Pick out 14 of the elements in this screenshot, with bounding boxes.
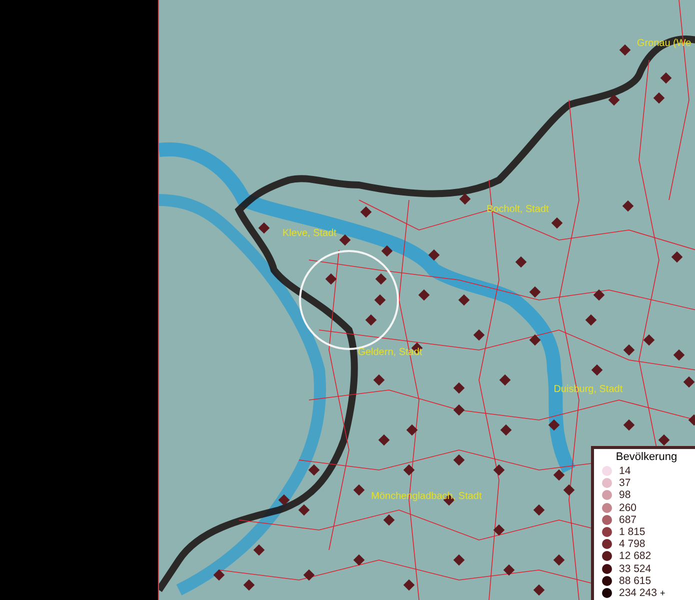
place-label: Kleve, Stadt [282,228,336,239]
legend-label: 1 815 [619,526,646,538]
legend-label: 98 [619,489,631,502]
legend-label: 687 [619,514,637,526]
legend-label: 14 [619,465,631,478]
legend-label: 234 243 [619,586,657,599]
legend-label: 4 798 [619,538,646,550]
legend-label: 260 [619,502,637,514]
legend-title: Bevölkerung [614,450,678,463]
legend-label: 12 682 [619,550,652,562]
legend-label: 37 [619,477,631,490]
overflow-mark: + [660,588,666,598]
legend-label: 88 615 [619,574,652,587]
legend-label: 33 524 [619,562,652,575]
